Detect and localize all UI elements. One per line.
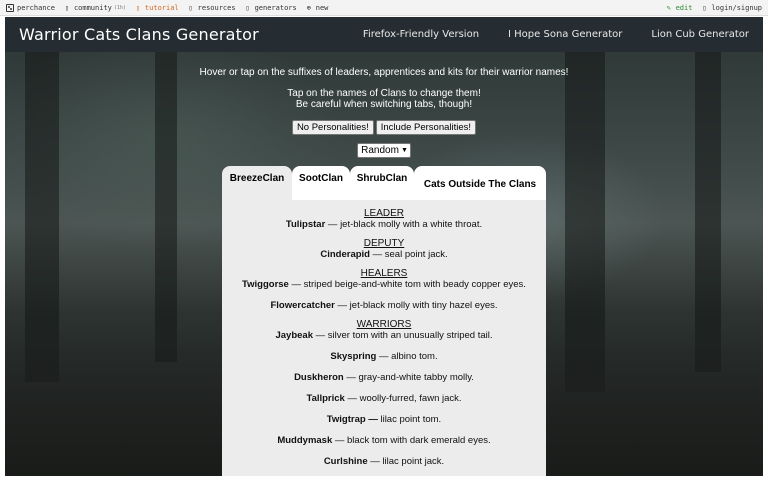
cat-description: — lilac point jack. — [367, 456, 445, 467]
cat-description: lilac point tom. — [377, 414, 442, 425]
clan-panel: LEADER Tulipstar — jet-black molly with … — [222, 200, 546, 476]
personality-buttons: No Personalities! Include Personalities! — [5, 120, 763, 135]
perchance-topbar: perchance ▯ community (1h) ▯ tutorial ▯ … — [0, 0, 768, 16]
clan-instructions: Tap on the names of Clans to change them… — [5, 88, 763, 110]
cat-description: — woolly-furred, fawn jack. — [344, 393, 462, 404]
mode-select-wrap: Random ▼ — [5, 143, 763, 158]
topbar-perchance-link[interactable]: perchance — [6, 3, 55, 12]
tab-sootclan[interactable]: SootClan — [292, 166, 350, 200]
list-item: Skyspring — albino tom. — [222, 351, 546, 362]
cat-name[interactable]: Cinderapid — [320, 249, 370, 260]
mode-select[interactable]: Random ▼ — [357, 143, 411, 158]
leader-heading: LEADER — [363, 208, 404, 219]
cat-description: — striped beige-and-white tom with beady… — [288, 279, 526, 290]
topbar-generators-link[interactable]: ▯ generators — [244, 3, 297, 12]
cat-name[interactable]: Tulipstar — [286, 219, 325, 230]
pencil-icon: ✎ — [666, 3, 671, 12]
topbar-edit-link[interactable]: ✎ edit — [665, 3, 693, 12]
clan-tabs: BreezeClan SootClan ShrubClan Cats Outsi… — [222, 166, 546, 200]
plus-circle-icon: ⊕ — [306, 3, 311, 12]
tab-cats-outside[interactable]: Cats Outside The Clans — [414, 166, 546, 200]
cat-name[interactable]: Twigtrap — — [327, 414, 378, 425]
user-icon: ▯ — [702, 3, 707, 12]
no-personalities-button[interactable]: No Personalities! — [291, 120, 374, 135]
tab-breezeclan[interactable]: BreezeClan — [222, 166, 292, 200]
topbar-login-label: login/signup — [711, 3, 762, 12]
community-badge: (1h) — [113, 4, 126, 11]
topbar-tutorial-label: tutorial — [144, 3, 179, 12]
warriors-heading: WARRIORS — [356, 319, 412, 330]
cat-name[interactable]: Muddymask — [277, 435, 332, 446]
list-item: Cinderapid — seal point jack. — [222, 249, 546, 260]
cat-name[interactable]: Tallprick — [306, 393, 344, 404]
list-item: Flowercatcher — jet-black molly with tin… — [222, 300, 546, 311]
chevron-down-icon: ▼ — [400, 147, 408, 154]
list-item: Tallprick — woolly-furred, fawn jack. — [222, 393, 546, 404]
topbar-tutorial-link[interactable]: ▯ tutorial — [134, 4, 179, 12]
list-item: Tulipstar — jet-black molly with a white… — [222, 219, 546, 230]
healers-heading: HEALERS — [360, 268, 408, 279]
tab-shrubclan[interactable]: ShrubClan — [350, 166, 414, 200]
topbar-login-link[interactable]: ▯ login/signup — [700, 4, 762, 12]
topbar-new-label: new — [315, 3, 329, 12]
dice-icon — [6, 3, 14, 12]
generator-frame: Warrior Cats Clans Generator Firefox-Fri… — [5, 17, 763, 476]
cat-description: — silver tom with an unusually striped t… — [312, 330, 493, 341]
cat-description: — albino tom. — [376, 351, 438, 362]
topbar-new-link[interactable]: ⊕ new — [305, 4, 329, 12]
clan-instructions-line2: Be careful when switching tabs, though! — [295, 99, 473, 110]
cat-name[interactable]: Duskheron — [294, 372, 344, 383]
chat-icon: ▯ — [64, 3, 70, 12]
cat-description: — black tom with dark emerald eyes. — [332, 435, 491, 446]
hover-instructions: Hover or tap on the suffixes of leaders,… — [199, 67, 569, 78]
book-icon: ▯ — [135, 3, 141, 12]
mode-select-value: Random — [361, 145, 399, 156]
cat-description: — seal point jack. — [370, 249, 448, 260]
cat-name[interactable]: Twiggorse — [242, 279, 289, 290]
page-title: Warrior Cats Clans Generator — [19, 25, 259, 44]
topbar-edit-label: edit — [675, 3, 693, 12]
deputy-heading: DEPUTY — [363, 238, 405, 249]
list-item: Curlshine — lilac point jack. — [222, 456, 546, 467]
list-item: Twiggorse — striped beige-and-white tom … — [222, 279, 546, 290]
nav-sona-generator[interactable]: I Hope Sona Generator — [508, 29, 622, 40]
list-item: Jaybeak — silver tom with an unusually s… — [222, 330, 546, 341]
topbar-community-link[interactable]: ▯ community (1h) — [63, 4, 126, 12]
cat-description: — jet-black molly with a white throat. — [325, 219, 483, 230]
header-nav: Firefox-Friendly Version I Hope Sona Gen… — [334, 29, 749, 40]
nav-lion-cub-generator[interactable]: Lion Cub Generator — [651, 29, 749, 40]
include-personalities-button[interactable]: Include Personalities! — [375, 120, 477, 135]
box-icon: ▯ — [188, 3, 193, 12]
cat-description: — jet-black molly with tiny hazel eyes. — [334, 300, 498, 311]
topbar-community-label: community — [73, 3, 112, 12]
gear-icon: ▯ — [245, 3, 250, 12]
nav-firefox-version[interactable]: Firefox-Friendly Version — [363, 29, 479, 40]
app-header: Warrior Cats Clans Generator Firefox-Fri… — [5, 17, 763, 52]
clan-instructions-line1: Tap on the names of Clans to change them… — [287, 88, 481, 99]
cat-description: — gray-and-white tabby molly. — [343, 372, 474, 383]
cat-name[interactable]: Skyspring — [330, 351, 376, 362]
list-item: Twigtrap — lilac point tom. — [222, 414, 546, 425]
topbar-generators-label: generators — [254, 3, 297, 12]
cat-name[interactable]: Flowercatcher — [270, 300, 334, 311]
cat-name[interactable]: Curlshine — [324, 456, 368, 467]
list-item: Muddymask — black tom with dark emerald … — [222, 435, 546, 446]
cat-name[interactable]: Jaybeak — [275, 330, 313, 341]
topbar-resources-label: resources — [197, 3, 236, 12]
topbar-perchance-label: perchance — [17, 3, 55, 12]
list-item: Duskheron — gray-and-white tabby molly. — [222, 372, 546, 383]
topbar-resources-link[interactable]: ▯ resources — [187, 4, 236, 12]
